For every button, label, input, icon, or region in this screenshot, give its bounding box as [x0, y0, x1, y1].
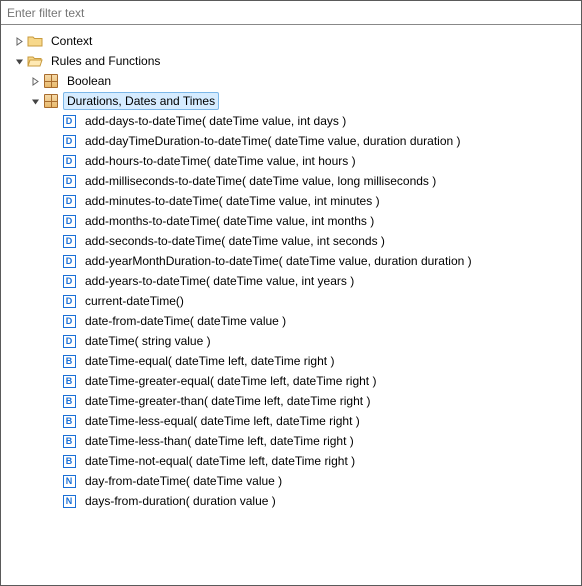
package-icon — [43, 73, 59, 89]
fn-add-months-to-datetime[interactable]: Dadd-months-to-dateTime( dateTime value,… — [5, 211, 577, 231]
fn-datetime-equal[interactable]: BdateTime-equal( dateTime left, dateTime… — [5, 351, 577, 371]
type-b-icon: B — [61, 393, 77, 409]
tree-node-label: add-milliseconds-to-dateTime( dateTime v… — [81, 172, 440, 190]
fn-current-datetime[interactable]: Dcurrent-dateTime() — [5, 291, 577, 311]
type-b-icon: B — [61, 433, 77, 449]
collapse-icon[interactable] — [29, 95, 41, 107]
tree-node-label: Durations, Dates and Times — [63, 92, 219, 110]
fn-date-from-datetime[interactable]: Ddate-from-dateTime( dateTime value ) — [5, 311, 577, 331]
expand-icon[interactable] — [13, 35, 25, 47]
fn-day-from-datetime[interactable]: Nday-from-dateTime( dateTime value ) — [5, 471, 577, 491]
tree-node-label: dateTime( string value ) — [81, 332, 215, 350]
tree-node-label: current-dateTime() — [81, 292, 188, 310]
tree-node-label: dateTime-equal( dateTime left, dateTime … — [81, 352, 338, 370]
collapse-icon[interactable] — [13, 55, 25, 67]
tree-node-label: add-years-to-dateTime( dateTime value, i… — [81, 272, 358, 290]
tree-node-label: add-months-to-dateTime( dateTime value, … — [81, 212, 378, 230]
type-n-icon: N — [61, 493, 77, 509]
fn-add-years-to-datetime[interactable]: Dadd-years-to-dateTime( dateTime value, … — [5, 271, 577, 291]
tree-node-label: add-yearMonthDuration-to-dateTime( dateT… — [81, 252, 476, 270]
type-d-icon: D — [61, 113, 77, 129]
tree-node-label: add-hours-to-dateTime( dateTime value, i… — [81, 152, 360, 170]
tree-view: Context Rules and Functions Boolean Duratio… — [1, 25, 581, 517]
tree-node-label: add-seconds-to-dateTime( dateTime value,… — [81, 232, 389, 250]
filter-input[interactable] — [1, 1, 581, 25]
type-d-icon: D — [61, 313, 77, 329]
type-d-icon: D — [61, 153, 77, 169]
type-b-icon: B — [61, 413, 77, 429]
type-d-icon: D — [61, 333, 77, 349]
fn-add-milliseconds-to-datetime[interactable]: Dadd-milliseconds-to-dateTime( dateTime … — [5, 171, 577, 191]
folder-open-icon — [27, 53, 43, 69]
tree-node-label: day-from-dateTime( dateTime value ) — [81, 472, 286, 490]
type-n-icon: N — [61, 473, 77, 489]
fn-add-daytimeduration-to-datetime[interactable]: Dadd-dayTimeDuration-to-dateTime( dateTi… — [5, 131, 577, 151]
type-d-icon: D — [61, 133, 77, 149]
package-icon — [43, 93, 59, 109]
type-b-icon: B — [61, 353, 77, 369]
node-context[interactable]: Context — [5, 31, 577, 51]
tree-node-label: add-minutes-to-dateTime( dateTime value,… — [81, 192, 384, 210]
fn-add-days-to-datetime[interactable]: Dadd-days-to-dateTime( dateTime value, i… — [5, 111, 577, 131]
node-durations-dates-times[interactable]: Durations, Dates and Times — [5, 91, 577, 111]
tree-node-label: add-dayTimeDuration-to-dateTime( dateTim… — [81, 132, 465, 150]
tree-node-label: dateTime-not-equal( dateTime left, dateT… — [81, 452, 359, 470]
fn-datetime[interactable]: DdateTime( string value ) — [5, 331, 577, 351]
tree-node-label: dateTime-less-equal( dateTime left, date… — [81, 412, 364, 430]
fn-datetime-greater-than[interactable]: BdateTime-greater-than( dateTime left, d… — [5, 391, 577, 411]
tree-node-label: Rules and Functions — [47, 52, 164, 70]
type-d-icon: D — [61, 253, 77, 269]
type-d-icon: D — [61, 193, 77, 209]
fn-add-minutes-to-datetime[interactable]: Dadd-minutes-to-dateTime( dateTime value… — [5, 191, 577, 211]
type-d-icon: D — [61, 213, 77, 229]
fn-add-yearmonthduration-to-datetime[interactable]: Dadd-yearMonthDuration-to-dateTime( date… — [5, 251, 577, 271]
tree-node-label: dateTime-less-than( dateTime left, dateT… — [81, 432, 358, 450]
type-b-icon: B — [61, 453, 77, 469]
tree-node-label: days-from-duration( duration value ) — [81, 492, 280, 510]
fn-datetime-not-equal[interactable]: BdateTime-not-equal( dateTime left, date… — [5, 451, 577, 471]
fn-add-seconds-to-datetime[interactable]: Dadd-seconds-to-dateTime( dateTime value… — [5, 231, 577, 251]
tree-node-label: Context — [47, 32, 96, 50]
fn-add-hours-to-datetime[interactable]: Dadd-hours-to-dateTime( dateTime value, … — [5, 151, 577, 171]
type-d-icon: D — [61, 173, 77, 189]
fn-datetime-less-than[interactable]: BdateTime-less-than( dateTime left, date… — [5, 431, 577, 451]
fn-days-from-duration[interactable]: Ndays-from-duration( duration value ) — [5, 491, 577, 511]
fn-datetime-less-equal[interactable]: BdateTime-less-equal( dateTime left, dat… — [5, 411, 577, 431]
type-d-icon: D — [61, 233, 77, 249]
tree-node-label: Boolean — [63, 72, 115, 90]
tree-node-label: dateTime-greater-than( dateTime left, da… — [81, 392, 374, 410]
type-d-icon: D — [61, 273, 77, 289]
expand-icon[interactable] — [29, 75, 41, 87]
tree-node-label: date-from-dateTime( dateTime value ) — [81, 312, 290, 330]
tree-node-label: add-days-to-dateTime( dateTime value, in… — [81, 112, 350, 130]
tree-node-label: dateTime-greater-equal( dateTime left, d… — [81, 372, 380, 390]
fn-datetime-greater-equal[interactable]: BdateTime-greater-equal( dateTime left, … — [5, 371, 577, 391]
node-rules-functions[interactable]: Rules and Functions — [5, 51, 577, 71]
type-d-icon: D — [61, 293, 77, 309]
folder-closed-icon — [27, 33, 43, 49]
node-boolean[interactable]: Boolean — [5, 71, 577, 91]
type-b-icon: B — [61, 373, 77, 389]
